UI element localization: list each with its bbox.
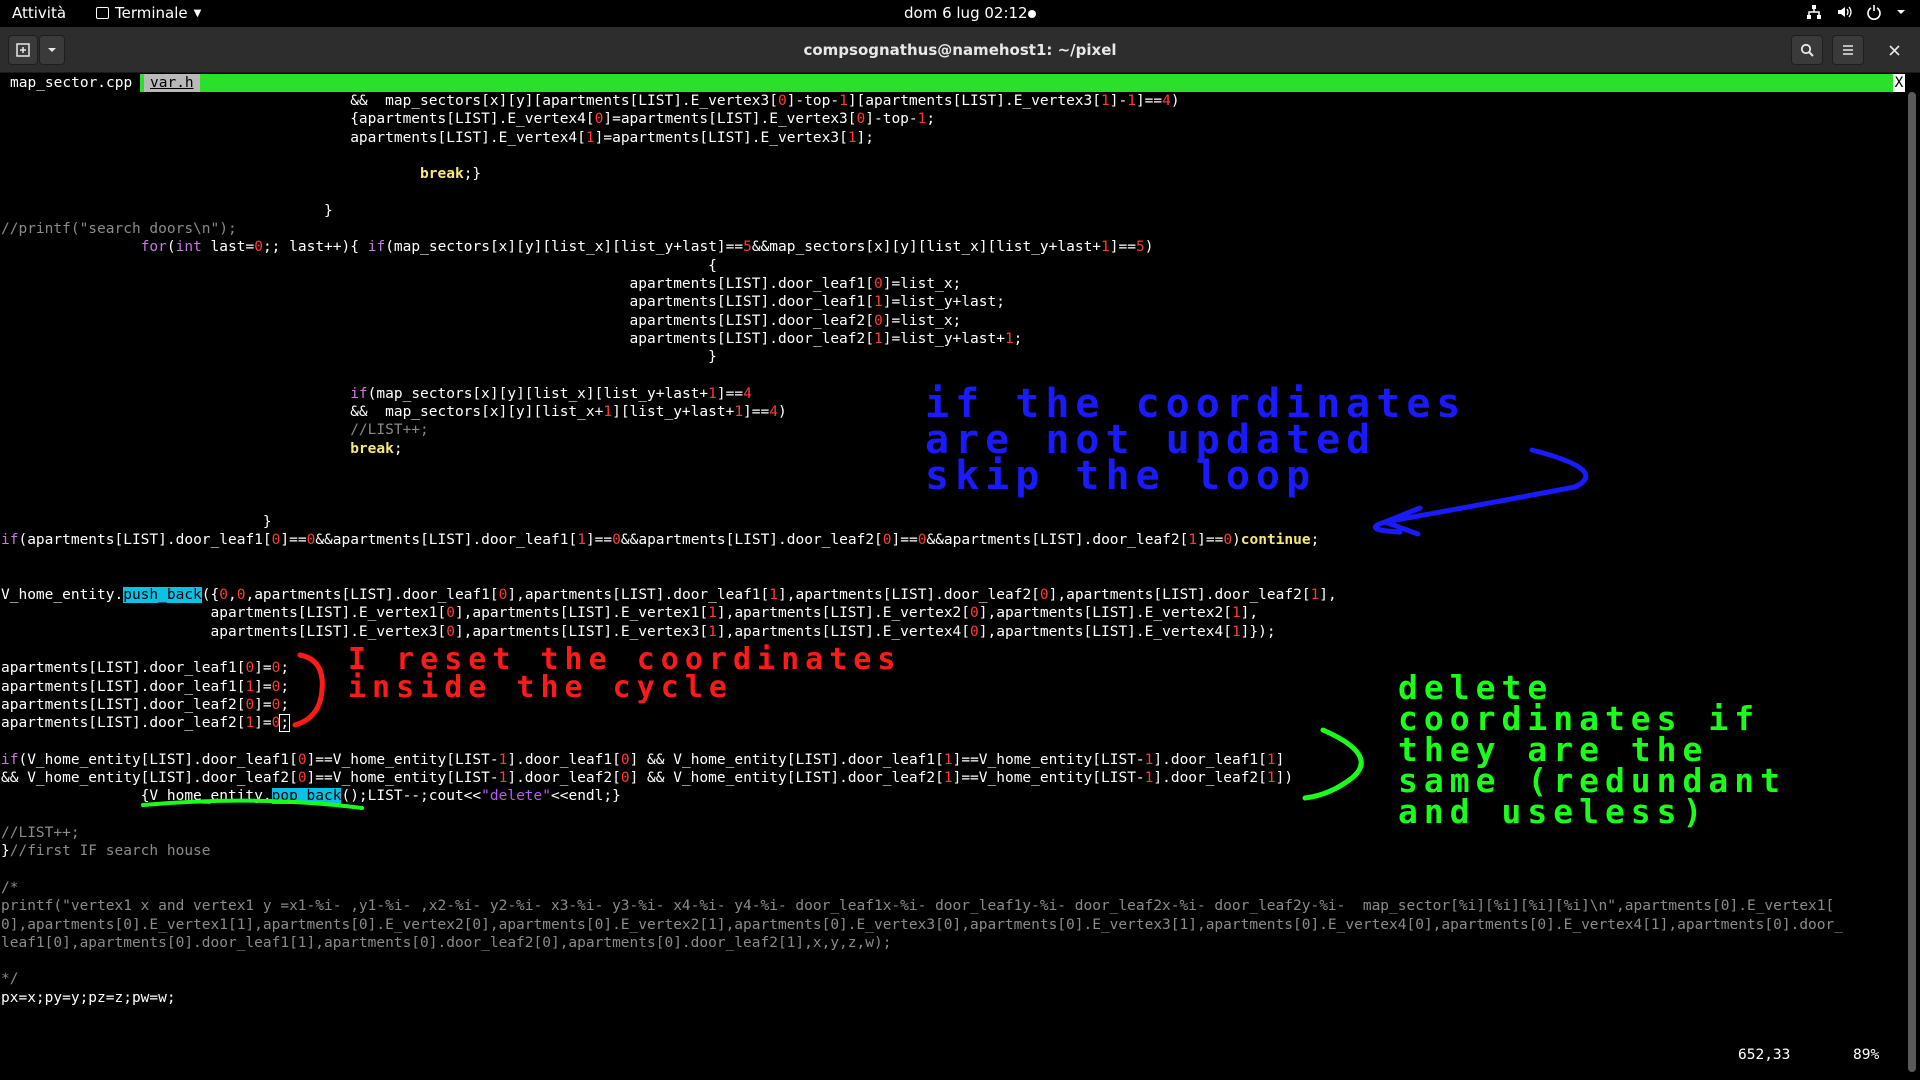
code-line: //printf("search doors\n"); [1, 221, 237, 238]
code-line: } [1, 513, 272, 530]
code-line: V_home_entity.push_back({0,0,apartments[… [1, 587, 1337, 604]
code-line: apartments[LIST].door_leaf1[1]=list_y+la… [1, 294, 1005, 311]
annotation-green: delete coordinates if they are the same … [1398, 668, 1787, 831]
code-line: {V_home_entity.pop_back();LIST--;cout<<"… [1, 788, 621, 805]
cursor-position: 652,33 [1738, 1047, 1791, 1063]
code-line: px=x;py=y;pz=z;pw=w; [1, 989, 176, 1006]
code-line: apartments[LIST].door_leaf2[1]=0; [1, 714, 291, 733]
search-icon [1800, 43, 1814, 57]
code-line: apartments[LIST].door_leaf1[0]=0; [1, 660, 290, 677]
window-title: compsognathus@namehost1: ~/pixel [803, 41, 1117, 59]
code-line: } [1, 202, 333, 219]
clock[interactable]: dom 6 lug 02:12 [904, 4, 1028, 22]
code-line: apartments[LIST].door_leaf1[1]=0; [1, 678, 290, 695]
code-line: break;} [420, 166, 482, 183]
tab-close-button[interactable]: X [1893, 74, 1905, 92]
code-line: { [1, 257, 717, 274]
code-line: {apartments[LIST].E_vertex4[0]=apartment… [1, 111, 936, 128]
annotation-blue: if the coordinates are not updated skip … [925, 381, 1467, 499]
notification-dot-icon [1028, 10, 1036, 18]
tab-var-h[interactable]: var.h [144, 74, 200, 92]
hamburger-icon [1843, 45, 1853, 55]
app-menu-label: Terminale [115, 4, 188, 22]
code-line: //LIST++; [350, 422, 429, 439]
code-line: /* [1, 879, 19, 896]
terminal-icon [96, 7, 109, 19]
code-line: printf("vertex1 x and vertex1 y =x1-%i- … [1, 898, 1835, 915]
vim-tabline: map_sector.cpp var.h X [0, 74, 1905, 92]
code-line: }//first IF search house [1, 843, 211, 860]
chevron-down-icon [1897, 10, 1905, 14]
code-line: apartments[LIST].E_vertex1[0],apartments… [1, 605, 1259, 622]
top-bar: Attività Terminale ▼ dom 6 lug 02:12 [0, 0, 1920, 27]
code-line: 0],apartments[0].E_vertex1[1],apartments… [1, 916, 1843, 933]
code-line: leaf1[0],apartments[0].door_leaf1[1],apa… [1, 934, 892, 951]
system-menu[interactable] [1806, 4, 1906, 20]
scroll-percent: 89% [1853, 1047, 1880, 1063]
code-line: && map_sectors[x][y][apartments[LIST].E_… [350, 93, 1180, 109]
scrollbar-thumb[interactable] [1908, 92, 1916, 1072]
volume-icon [1838, 6, 1852, 18]
code-editor[interactable]: && map_sectors[x][y][apartments[LIST].E_… [0, 92, 1905, 1052]
app-menu[interactable]: Terminale ▼ [96, 4, 201, 22]
code-line: break; [350, 440, 403, 457]
code-line: for(int last=0;; last++){ if(map_sectors… [140, 239, 1154, 256]
search-button[interactable] [1791, 35, 1823, 65]
code-line: && V_home_entity[LIST].door_leaf2[0]==V_… [1, 770, 1294, 787]
close-icon [1888, 44, 1900, 56]
close-window-button[interactable] [1878, 35, 1910, 65]
code-line: apartments[LIST].E_vertex4[1]=apartments… [1, 129, 875, 146]
code-line: apartments[LIST].door_leaf2[0]=0; [1, 696, 290, 713]
code-line: && map_sectors[x][y][list_x+1][list_y+la… [1, 404, 787, 421]
network-icon [1807, 5, 1821, 19]
code-line: //LIST++; [1, 825, 80, 841]
activities-button[interactable]: Attività [12, 4, 66, 22]
code-line: if(V_home_entity[LIST].door_leaf1[0]==V_… [1, 751, 1285, 768]
code-line: apartments[LIST].E_vertex3[0],apartments… [1, 623, 1276, 640]
code-line: } [1, 349, 717, 366]
code-line: apartments[LIST].door_leaf1[0]=list_x; [1, 276, 962, 292]
code-line: apartments[LIST].door_leaf2[0]=list_x; [1, 312, 962, 329]
code-line: if(map_sectors[x][y][list_x][list_y+last… [350, 385, 752, 402]
code-line: if(apartments[LIST].door_leaf1[0]==0&&ap… [1, 532, 1320, 549]
power-icon [1867, 5, 1881, 20]
tab-map-sector[interactable]: map_sector.cpp [0, 74, 141, 92]
chevron-down-icon: ▼ [193, 7, 202, 19]
code-line: */ [1, 971, 19, 988]
menu-button[interactable] [1832, 35, 1864, 65]
code-line: apartments[LIST].door_leaf2[1]=list_y+la… [1, 330, 1023, 347]
annotation-red: I reset the coordinates inside the cycle [348, 642, 902, 705]
window-header: compsognathus@namehost1: ~/pixel [0, 27, 1920, 73]
